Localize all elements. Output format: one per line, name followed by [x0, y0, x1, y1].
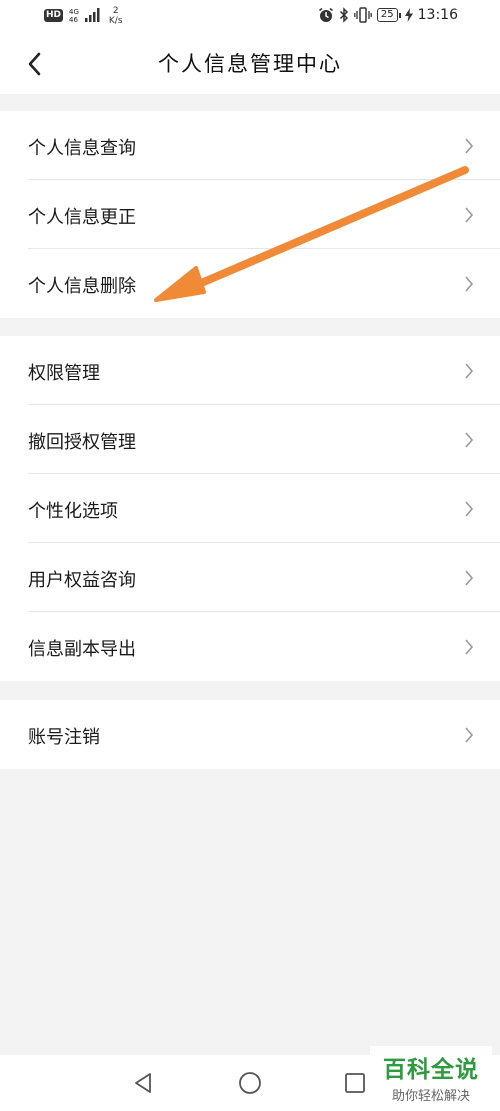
chevron-right-icon — [465, 363, 474, 379]
menu-item-label: 个性化选项 — [28, 501, 118, 522]
menu-group-permissions: 权限管理 撤回授权管理 个性化选项 用户权益咨询 信息副本导出 — [0, 336, 500, 681]
net-speed: 2 K/s — [109, 6, 123, 26]
bluetooth-icon — [339, 7, 348, 23]
clock: 13:16 — [417, 7, 458, 23]
menu-item-label: 权限管理 — [28, 363, 100, 384]
chevron-right-icon — [465, 432, 474, 448]
charging-icon — [404, 8, 413, 22]
status-right: 25 13:16 — [318, 7, 458, 23]
signal-icon — [84, 8, 100, 22]
status-bar: HD 4G 46 2 K/s 25 13:16 — [0, 0, 500, 34]
net-speed-unit: K/s — [108, 16, 123, 26]
status-left: HD 4G 46 2 K/s — [44, 6, 123, 26]
battery-icon: 25 — [376, 8, 401, 22]
menu-item-personal-info-query[interactable]: 个人信息查询 — [0, 111, 500, 180]
menu-item-label: 账号注销 — [28, 727, 100, 748]
menu-item-permission-management[interactable]: 权限管理 — [0, 336, 500, 405]
menu-item-label: 个人信息更正 — [28, 207, 136, 228]
menu-item-label: 撤回授权管理 — [28, 432, 136, 453]
network-indicator: 4G 46 — [69, 8, 79, 24]
menu-item-account-cancellation[interactable]: 账号注销 — [0, 700, 500, 769]
menu-item-label: 用户权益咨询 — [28, 570, 136, 591]
watermark-subtitle: 助你轻松解决 — [391, 1089, 470, 1104]
circle-home-icon — [239, 1072, 261, 1094]
network-sub: 46 — [69, 16, 78, 24]
hd-badge: HD — [44, 9, 64, 22]
menu-group-personal-info: 个人信息查询 个人信息更正 个人信息删除 — [0, 111, 500, 318]
triangle-back-icon — [135, 1073, 151, 1093]
menu-item-revoke-authorization[interactable]: 撤回授权管理 — [0, 405, 500, 474]
net-speed-value: 2 — [112, 6, 119, 16]
menu-item-personal-info-correction[interactable]: 个人信息更正 — [0, 180, 500, 249]
menu-group-account: 账号注销 — [0, 700, 500, 769]
network-type: 4G — [69, 8, 79, 16]
nav-back-button[interactable] — [129, 1069, 157, 1097]
chevron-right-icon — [465, 727, 474, 743]
menu-item-personalization-options[interactable]: 个性化选项 — [0, 474, 500, 543]
nav-home-button[interactable] — [236, 1069, 264, 1097]
menu-item-info-copy-export[interactable]: 信息副本导出 — [0, 612, 500, 681]
nav-recents-button[interactable] — [341, 1069, 369, 1097]
watermark: 百科全说 助你轻松解决 — [370, 1046, 492, 1106]
menu-item-user-rights-inquiry[interactable]: 用户权益咨询 — [0, 543, 500, 612]
square-recents-icon — [345, 1073, 365, 1093]
chevron-right-icon — [465, 501, 474, 517]
chevron-right-icon — [465, 276, 474, 292]
watermark-title: 百科全说 — [383, 1057, 479, 1083]
header: 个人信息管理中心 — [0, 34, 500, 94]
page-title: 个人信息管理中心 — [158, 52, 342, 76]
alarm-icon — [318, 7, 333, 22]
chevron-right-icon — [465, 639, 474, 655]
vibrate-icon — [354, 7, 372, 23]
chevron-right-icon — [465, 138, 474, 154]
menu-item-personal-info-deletion[interactable]: 个人信息删除 — [0, 249, 500, 318]
menu-item-label: 信息副本导出 — [28, 639, 136, 660]
menu-item-label: 个人信息删除 — [28, 276, 136, 297]
menu-item-label: 个人信息查询 — [28, 138, 136, 159]
chevron-right-icon — [465, 207, 474, 223]
chevron-right-icon — [465, 570, 474, 586]
